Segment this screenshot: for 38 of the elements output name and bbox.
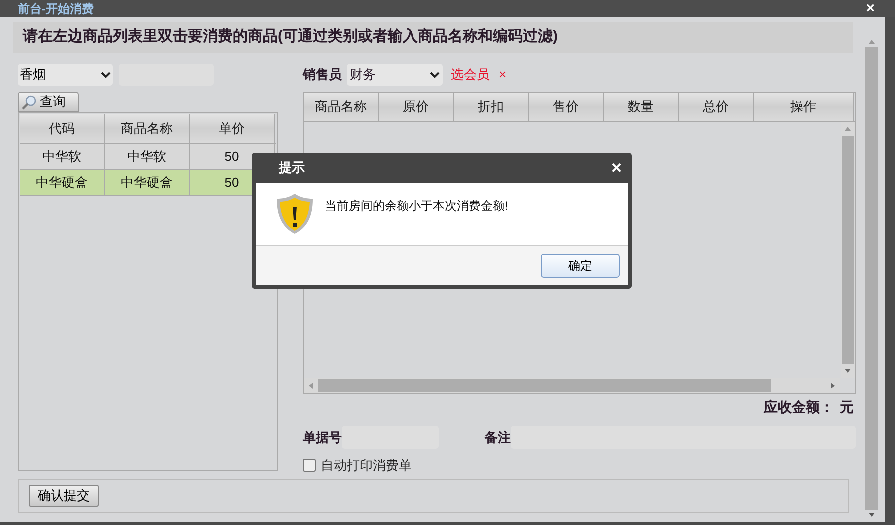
column-header[interactable]: 数量 bbox=[604, 93, 679, 122]
window-title: 前台-开始消费 bbox=[18, 2, 94, 14]
page-scrollbar[interactable] bbox=[858, 17, 885, 522]
column-header[interactable]: 单价 bbox=[190, 114, 275, 143]
category-select[interactable]: 香烟 bbox=[18, 64, 113, 86]
salesperson-label: 销售员 bbox=[303, 66, 342, 84]
auto-print-label: 自动打印消费单 bbox=[321, 457, 412, 475]
auto-print-checkbox[interactable] bbox=[303, 459, 316, 472]
table-cell: 中华硬盒 bbox=[105, 170, 190, 195]
warning-shield-icon bbox=[275, 193, 315, 235]
ok-button[interactable]: 确定 bbox=[541, 254, 620, 278]
column-header[interactable]: 售价 bbox=[529, 93, 604, 122]
salesperson-select[interactable]: 财务 bbox=[347, 64, 443, 86]
total-unit: 元 bbox=[840, 398, 854, 417]
submit-button[interactable]: 确认提交 bbox=[29, 485, 99, 507]
column-header[interactable]: 原价 bbox=[379, 93, 454, 122]
table-cell: 中华硬盒 bbox=[20, 170, 105, 195]
column-header[interactable]: 总价 bbox=[679, 93, 754, 122]
query-button[interactable]: 查询 bbox=[18, 92, 79, 112]
column-header[interactable]: 操作 bbox=[754, 93, 854, 122]
dialog-message: 当前房间的余额小于本次消费金额! bbox=[325, 198, 508, 215]
dialog-title: 提示 bbox=[279, 159, 305, 178]
caret-icon bbox=[101, 72, 111, 78]
magnifier-icon bbox=[22, 94, 37, 110]
table-cell: 中华软 bbox=[20, 144, 105, 169]
receipt-number-label: 单据号 bbox=[303, 428, 342, 447]
remark-label: 备注 bbox=[485, 428, 511, 447]
column-header[interactable]: 商品名称 bbox=[304, 93, 379, 122]
table-row[interactable]: 中华软 中华软 50 bbox=[20, 144, 276, 170]
column-header[interactable]: 折扣 bbox=[454, 93, 529, 122]
total-label: 应收金额： bbox=[764, 398, 834, 417]
column-header[interactable]: 商品名称 bbox=[105, 114, 190, 143]
instruction-text: 请在左边商品列表里双击要消费的商品(可通过类别或者输入商品名称和编码过滤) bbox=[23, 27, 558, 48]
close-button[interactable]: × bbox=[866, 1, 875, 16]
close-button[interactable]: × bbox=[611, 159, 622, 177]
caret-icon bbox=[430, 72, 440, 78]
column-header[interactable]: 代码 bbox=[20, 114, 105, 143]
table-cell: 中华软 bbox=[105, 144, 190, 169]
